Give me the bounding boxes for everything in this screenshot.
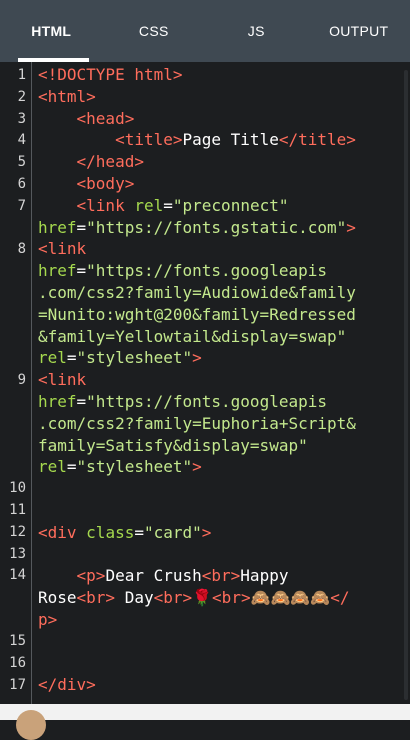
code-token: "https://fonts.gstatic.com" [86, 218, 346, 237]
tab-html-label: HTML [31, 23, 71, 39]
code-token: <link [38, 239, 86, 258]
code-token: <div [38, 523, 77, 542]
avatar [16, 710, 46, 740]
code-token: Happy [240, 566, 288, 585]
code-token: > [192, 348, 202, 367]
code-token: rel [38, 457, 67, 476]
line-number: 11 [0, 499, 26, 521]
line-number: 9 [0, 369, 26, 391]
code-token: "https://fonts.googleapis [86, 261, 327, 280]
line-number: 16 [0, 652, 26, 674]
tab-js[interactable]: JS [205, 0, 308, 62]
code-token: "preconnect" [173, 196, 289, 215]
code-token: .com/css2?family=Audiowide&family [38, 283, 356, 302]
code-token: "stylesheet" [77, 457, 193, 476]
code-token: </title> [279, 130, 356, 149]
code-token: class [86, 523, 134, 542]
code-token: <br> [154, 588, 193, 607]
line-number: 1 [0, 64, 26, 86]
code-token: <br> [202, 566, 241, 585]
code-token: href [38, 218, 77, 237]
tab-css[interactable]: CSS [103, 0, 206, 62]
see-no-evil-monkey-emoji: 🙈🙈🙈🙈 [251, 588, 331, 607]
line-number: 14 [0, 564, 26, 586]
code-token: =Nunito:wght@200&family=Redressed [38, 305, 356, 324]
line-number: 3 [0, 108, 26, 130]
code-token: <head> [77, 109, 135, 128]
code-token: <title> [115, 130, 182, 149]
line-number: 13 [0, 543, 26, 565]
code-token: <br> [212, 588, 251, 607]
code-token: <p> [77, 566, 106, 585]
line-number: 15 [0, 630, 26, 652]
code-token: Day [115, 588, 154, 607]
line-number: 12 [0, 521, 26, 543]
line-number: 5 [0, 151, 26, 173]
line-number: 6 [0, 173, 26, 195]
tab-output[interactable]: OUTPUT [308, 0, 410, 62]
line-number: 17 [0, 674, 26, 696]
bottom-bar [0, 704, 410, 720]
tab-css-label: CSS [139, 23, 169, 39]
code-token: <!DOCTYPE html> [38, 65, 183, 84]
code-token: Dear Crush [105, 566, 201, 585]
line-number: 2 [0, 86, 26, 108]
code-content[interactable]: <!DOCTYPE html> <html> <head> <title>Pag… [38, 64, 404, 696]
code-token: </head> [77, 152, 144, 171]
code-token: family=Satisfy&display=swap" [38, 436, 308, 455]
editor-tab-bar: HTML CSS JS OUTPUT [0, 0, 410, 62]
code-token: href [38, 261, 77, 280]
code-token: <link [77, 196, 125, 215]
line-number: 10 [0, 477, 26, 499]
code-token: Rose [38, 588, 77, 607]
tab-output-label: OUTPUT [329, 23, 388, 39]
code-token: rel [134, 196, 163, 215]
line-number: 7 [0, 195, 26, 217]
code-token: <body> [77, 174, 135, 193]
code-token: </ [330, 588, 349, 607]
line-number: 8 [0, 238, 26, 260]
code-token: </div> [38, 675, 96, 694]
code-token: rel [38, 348, 67, 367]
code-token: href [38, 392, 77, 411]
code-token: "card" [144, 523, 202, 542]
editor-scrollbar[interactable] [404, 70, 408, 700]
code-token: <html> [38, 87, 96, 106]
tab-js-label: JS [248, 23, 265, 39]
line-number: 4 [0, 129, 26, 151]
code-token: > [346, 218, 356, 237]
code-token: "https://fonts.googleapis [86, 392, 327, 411]
code-token: Page Title [183, 130, 279, 149]
code-token: "stylesheet" [77, 348, 193, 367]
code-token: <br> [77, 588, 116, 607]
code-token: &family=Yellowtail&display=swap" [38, 327, 346, 346]
code-token: > [202, 523, 212, 542]
code-token: > [192, 457, 202, 476]
tab-html[interactable]: HTML [0, 0, 103, 62]
code-token: .com/css2?family=Euphoria+Script& [38, 414, 356, 433]
code-token: p> [38, 610, 57, 629]
line-number-gutter: 1 2 3 4 5 6 7 8 9 10 11 12 13 14 15 16 1… [0, 62, 32, 704]
rose-emoji: 🌹 [192, 588, 212, 607]
code-token: <link [38, 370, 86, 389]
code-editor[interactable]: 1 2 3 4 5 6 7 8 9 10 11 12 13 14 15 16 1… [0, 62, 410, 704]
